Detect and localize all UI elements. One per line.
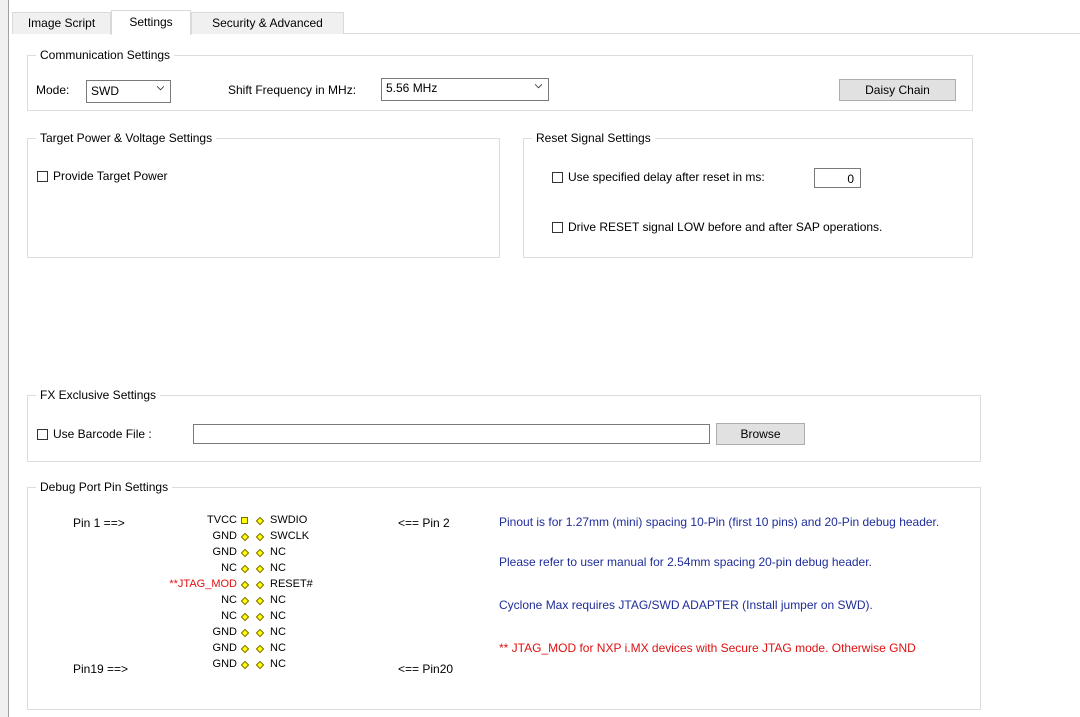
- pin-left-3: GND: [212, 530, 237, 542]
- pin-right-14: NC: [270, 610, 286, 622]
- pin-left-5: GND: [212, 546, 237, 558]
- reset-delay-label: Use specified delay after reset in ms:: [568, 170, 765, 184]
- pin-marker: [240, 580, 250, 590]
- mode-select[interactable]: SWD: [86, 80, 171, 103]
- barcode-file-label: Use Barcode File :: [53, 427, 152, 441]
- pin-marker: [240, 628, 250, 638]
- pin2-label: <== Pin 2: [398, 516, 450, 530]
- debug-port-group: Debug Port Pin Settings Pin 1 ==> <== Pi…: [27, 480, 981, 710]
- tab-settings[interactable]: Settings: [111, 10, 191, 35]
- pin-marker: [240, 644, 250, 654]
- pin-marker: [255, 532, 265, 542]
- pin-marker: [255, 564, 265, 574]
- browse-button[interactable]: Browse: [716, 423, 805, 445]
- pin20-label: <== Pin20: [398, 662, 454, 676]
- pin-marker: [255, 628, 265, 638]
- note-cyclone-max: Cyclone Max requires JTAG/SWD ADAPTER (I…: [499, 598, 873, 612]
- pin-left-19: GND: [212, 658, 237, 670]
- shift-frequency-label: Shift Frequency in MHz:: [228, 83, 357, 97]
- daisy-chain-button[interactable]: Daisy Chain: [839, 79, 956, 101]
- barcode-file-checkbox[interactable]: [37, 429, 48, 440]
- pin-right-20: NC: [270, 658, 286, 670]
- pin-marker: [255, 580, 265, 590]
- chevron-down-icon: [157, 86, 164, 91]
- pin-right-12: NC: [270, 594, 286, 606]
- pin-marker: [240, 596, 250, 606]
- left-panel-edge: [0, 0, 9, 717]
- communication-settings-title: Communication Settings: [36, 48, 175, 63]
- pin-right-2: SWDIO: [270, 514, 308, 526]
- tab-strip: Image Script Settings Security & Advance…: [12, 10, 1080, 35]
- chevron-down-icon: [535, 84, 542, 89]
- pin-marker: [240, 660, 250, 670]
- tab-image-script[interactable]: Image Script: [12, 12, 111, 34]
- pin-left-9: **JTAG_MOD: [169, 578, 237, 590]
- pin-right-16: NC: [270, 626, 286, 638]
- reset-delay-value: 0: [847, 172, 854, 186]
- pin-marker: [240, 548, 250, 558]
- target-power-title: Target Power & Voltage Settings: [36, 131, 217, 146]
- reset-signal-title: Reset Signal Settings: [532, 131, 655, 146]
- debug-port-title: Debug Port Pin Settings: [36, 480, 173, 495]
- drive-reset-label: Drive RESET signal LOW before and after …: [568, 220, 883, 234]
- reset-delay-checkbox[interactable]: [552, 172, 563, 183]
- pin-right-10: RESET#: [270, 578, 313, 590]
- target-power-group: Target Power & Voltage Settings Provide …: [27, 131, 500, 258]
- pin-marker: [240, 612, 250, 622]
- pin-marker: [255, 596, 265, 606]
- pin-left-13: NC: [221, 610, 237, 622]
- pin1-label: Pin 1 ==>: [73, 516, 125, 530]
- note-pinout: Pinout is for 1.27mm (mini) spacing 10-P…: [499, 515, 940, 529]
- pin-marker: [255, 516, 265, 526]
- pin-right-4: SWCLK: [270, 530, 310, 542]
- pin-left-17: GND: [212, 642, 237, 654]
- pin-left-1: TVCC: [207, 514, 237, 526]
- pin-left-15: GND: [212, 626, 237, 638]
- reset-delay-input[interactable]: 0: [814, 168, 861, 188]
- pin-marker: [255, 660, 265, 670]
- communication-settings-group: Communication Settings Mode: SWD Shift F…: [27, 48, 973, 111]
- pin-right-8: NC: [270, 562, 286, 574]
- provide-target-power-checkbox[interactable]: [37, 171, 48, 182]
- note-user-manual: Please refer to user manual for 2.54mm s…: [499, 555, 872, 569]
- fx-exclusive-group: FX Exclusive Settings Use Barcode File :…: [27, 388, 981, 462]
- reset-signal-group: Reset Signal Settings Use specified dela…: [523, 131, 973, 258]
- pin-right-18: NC: [270, 642, 286, 654]
- pin-marker: [255, 644, 265, 654]
- barcode-file-path-input[interactable]: [193, 424, 710, 444]
- mode-value: SWD: [91, 84, 119, 98]
- pin1-square-marker: [241, 517, 248, 524]
- shift-frequency-select[interactable]: 5.56 MHz: [381, 78, 549, 101]
- fx-exclusive-title: FX Exclusive Settings: [36, 388, 161, 403]
- pin-marker: [240, 564, 250, 574]
- pin-left-11: NC: [221, 594, 237, 606]
- pin-left-7: NC: [221, 562, 237, 574]
- provide-target-power-label: Provide Target Power: [53, 169, 168, 183]
- tab-security-advanced[interactable]: Security & Advanced: [191, 12, 344, 34]
- pin-marker: [255, 548, 265, 558]
- shift-frequency-value: 5.56 MHz: [386, 81, 438, 95]
- pin-marker: [255, 612, 265, 622]
- pin19-label: Pin19 ==>: [73, 662, 129, 676]
- pin-marker: [240, 532, 250, 542]
- note-jtag-mod: ** JTAG_MOD for NXP i.MX devices with Se…: [499, 641, 916, 655]
- drive-reset-checkbox[interactable]: [552, 222, 563, 233]
- pin-right-6: NC: [270, 546, 286, 558]
- mode-label: Mode:: [36, 83, 70, 97]
